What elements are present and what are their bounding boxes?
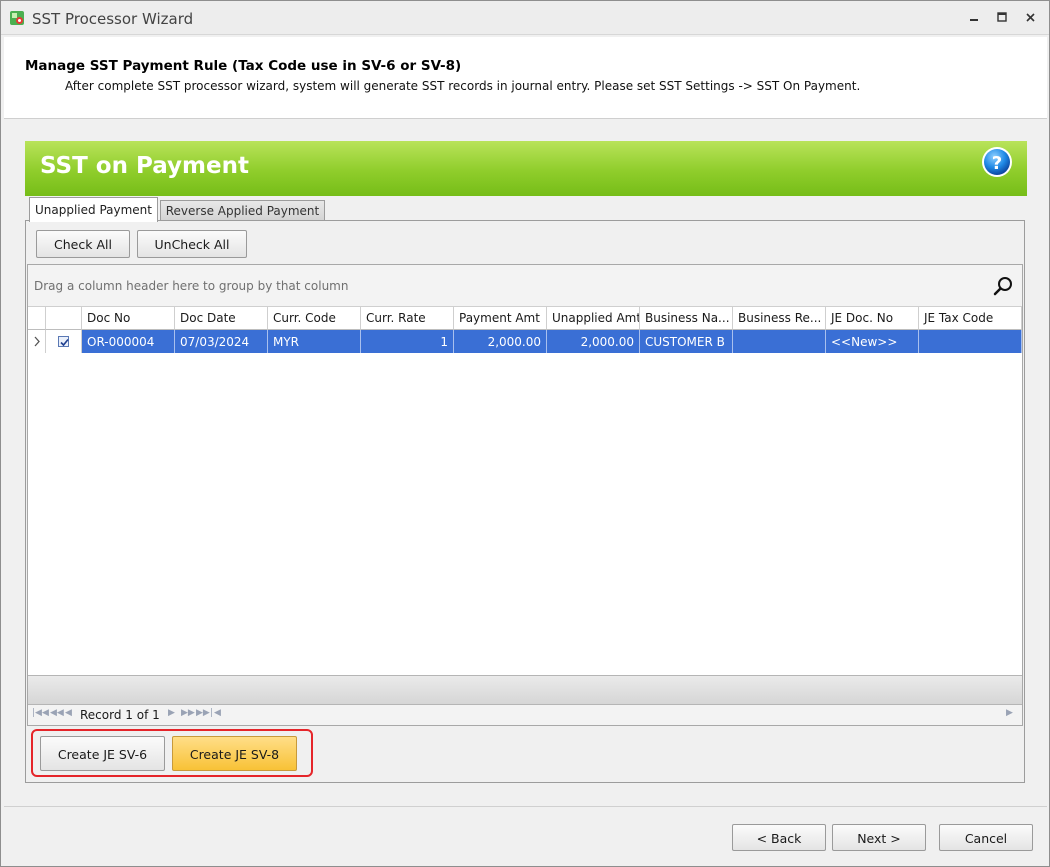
section-banner: SST on Payment ? — [25, 141, 1027, 196]
column-header-business-reg[interactable]: Business Re... — [733, 307, 826, 330]
table-row[interactable]: OR-000004 07/03/2024 MYR 1 2,000.00 2,00… — [28, 330, 1022, 353]
uncheck-all-button[interactable]: UnCheck All — [137, 230, 247, 258]
row-select-cell[interactable] — [46, 330, 82, 353]
help-icon[interactable]: ? — [981, 146, 1013, 178]
row-checkbox[interactable] — [58, 336, 69, 347]
first-record-icon[interactable]: |◀◀ — [32, 708, 49, 718]
cell-curr-code[interactable]: MYR — [268, 330, 361, 353]
record-count: Record 1 of 1 — [80, 708, 160, 722]
svg-text:?: ? — [992, 153, 1002, 174]
chevron-right-icon — [34, 336, 40, 347]
back-button[interactable]: < Back — [732, 824, 826, 851]
cancel-button[interactable]: Cancel — [939, 824, 1033, 851]
next-button[interactable]: Next > — [832, 824, 926, 851]
payment-grid: Drag a column header here to group by th… — [27, 264, 1023, 726]
column-header-business-name[interactable]: Business Na... — [640, 307, 733, 330]
row-indicator-header — [28, 307, 46, 330]
search-icon[interactable] — [992, 275, 1014, 297]
column-header-doc-date[interactable]: Doc Date — [175, 307, 268, 330]
group-by-panel[interactable]: Drag a column header here to group by th… — [28, 265, 1022, 307]
group-by-hint: Drag a column header here to group by th… — [34, 279, 349, 293]
column-header-unapplied-amt[interactable]: Unapplied Amt — [547, 307, 640, 330]
wizard-header: Manage SST Payment Rule (Tax Code use in… — [4, 37, 1047, 119]
grid-footer — [28, 675, 1022, 705]
cell-business-reg[interactable] — [733, 330, 826, 353]
column-header-doc-no[interactable]: Doc No — [82, 307, 175, 330]
maximize-icon[interactable] — [992, 9, 1012, 27]
create-je-sv6-button[interactable]: Create JE SV-6 — [40, 736, 165, 771]
cell-curr-rate[interactable]: 1 — [361, 330, 454, 353]
next-record-icon[interactable]: ▶ — [168, 708, 175, 718]
next-page-icon[interactable]: ▶▶ — [181, 708, 195, 718]
minimize-icon[interactable] — [964, 9, 984, 27]
prev-record-icon[interactable]: ◀ — [65, 708, 72, 718]
prev-page-icon[interactable]: ◀◀ — [50, 708, 64, 718]
column-header-curr-rate[interactable]: Curr. Rate — [361, 307, 454, 330]
close-icon[interactable] — [1021, 9, 1041, 27]
footer-divider — [4, 806, 1047, 807]
scroll-left-icon[interactable]: ◀ — [214, 708, 221, 718]
scroll-right-icon[interactable]: ▶ — [1006, 708, 1013, 718]
column-header-je-doc-no[interactable]: JE Doc. No — [826, 307, 919, 330]
last-record-icon[interactable]: ▶▶| — [196, 708, 213, 718]
cell-doc-no[interactable]: OR-000004 — [82, 330, 175, 353]
app-icon — [10, 11, 24, 25]
banner-title: SST on Payment — [40, 153, 249, 179]
cell-unapplied-amt[interactable]: 2,000.00 — [547, 330, 640, 353]
cell-je-doc-no[interactable]: <<New>> — [826, 330, 919, 353]
title-bar: SST Processor Wizard — [1, 1, 1049, 35]
column-header-je-tax-code[interactable]: JE Tax Code — [919, 307, 1022, 330]
cell-je-tax-code[interactable] — [919, 330, 1022, 353]
page-description: After complete SST processor wizard, sys… — [65, 79, 861, 93]
cell-payment-amt[interactable]: 2,000.00 — [454, 330, 547, 353]
page-title: Manage SST Payment Rule (Tax Code use in… — [25, 58, 462, 74]
record-navigator: |◀◀ ◀◀ ◀ Record 1 of 1 ▶ ▶▶ ▶▶| ◀ ▶ — [28, 705, 1022, 725]
column-header-curr-code[interactable]: Curr. Code — [268, 307, 361, 330]
check-all-button[interactable]: Check All — [36, 230, 130, 258]
cell-business-name[interactable]: CUSTOMER B — [640, 330, 733, 353]
checkmark-icon — [60, 338, 69, 347]
tab-unapplied-payment[interactable]: Unapplied Payment — [29, 197, 158, 222]
column-header-payment-amt[interactable]: Payment Amt — [454, 307, 547, 330]
cell-doc-date[interactable]: 07/03/2024 — [175, 330, 268, 353]
window-title: SST Processor Wizard — [32, 10, 194, 28]
tab-reverse-applied-payment[interactable]: Reverse Applied Payment — [160, 200, 325, 221]
wizard-window: SST Processor Wizard Manage SST Payment … — [0, 0, 1050, 867]
create-je-sv8-button[interactable]: Create JE SV-8 — [172, 736, 297, 771]
select-column-header[interactable] — [46, 307, 82, 330]
row-indicator — [28, 330, 46, 353]
